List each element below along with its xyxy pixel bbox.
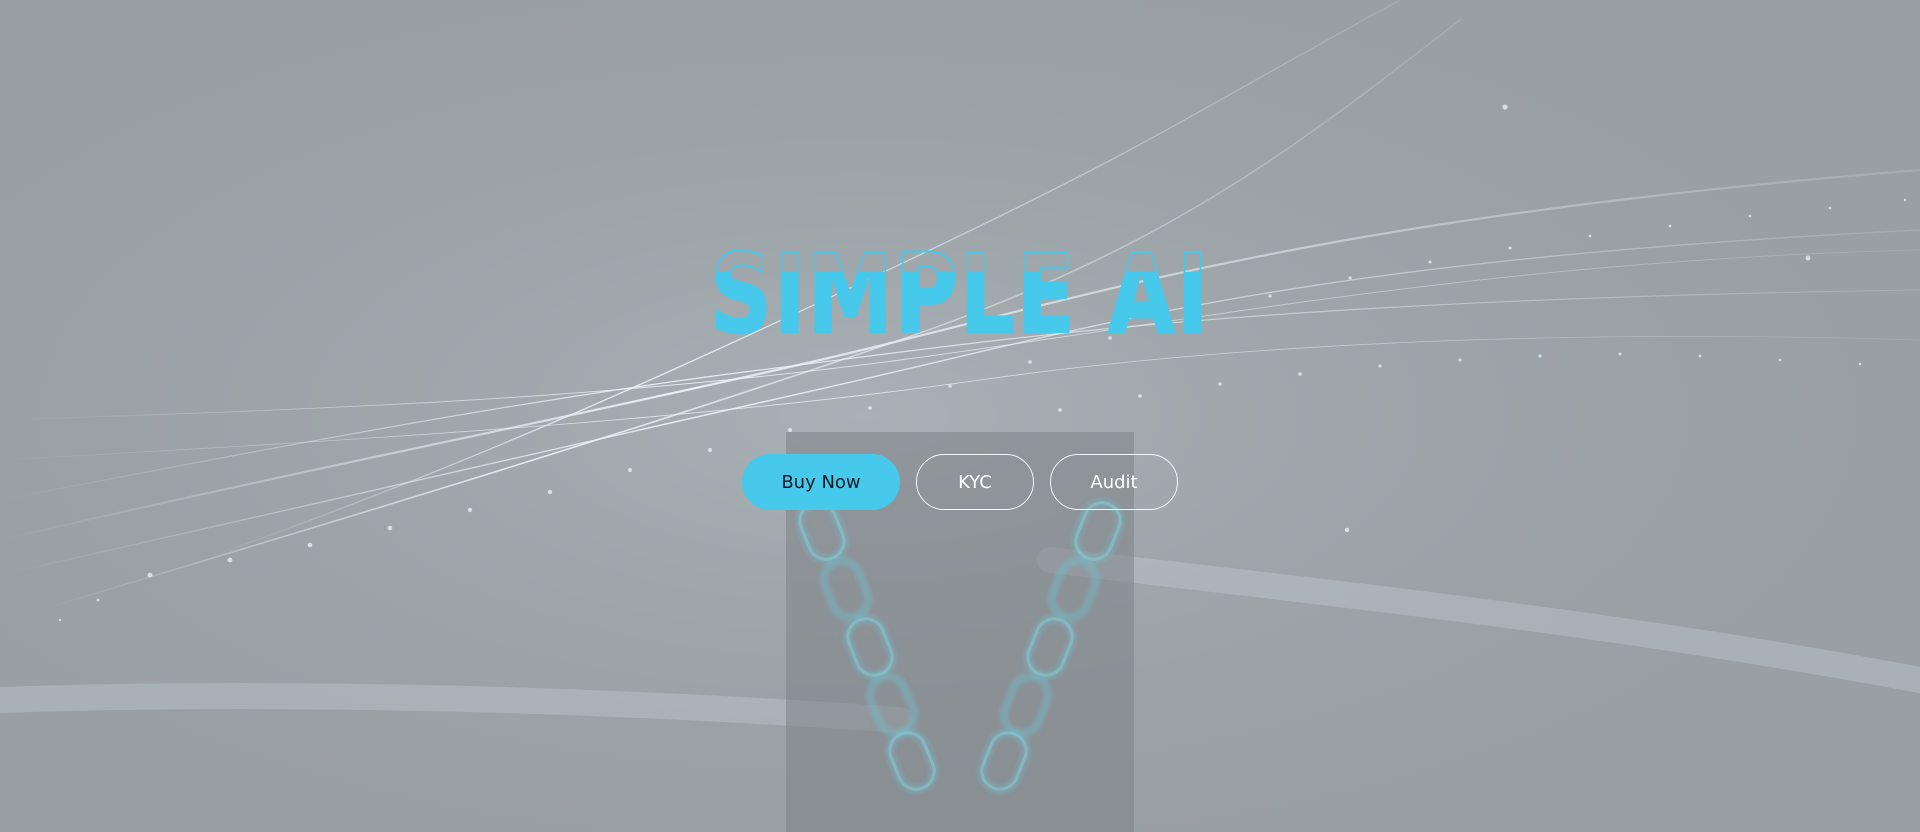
kyc-button[interactable]: KYC <box>916 454 1034 510</box>
hero-title: SIMPLE AI SIMPLE AI <box>0 228 1920 348</box>
buy-now-button[interactable]: Buy Now <box>742 454 900 510</box>
audit-button[interactable]: Audit <box>1050 454 1178 510</box>
cta-button-row: Buy Now KYC Audit <box>0 454 1920 510</box>
